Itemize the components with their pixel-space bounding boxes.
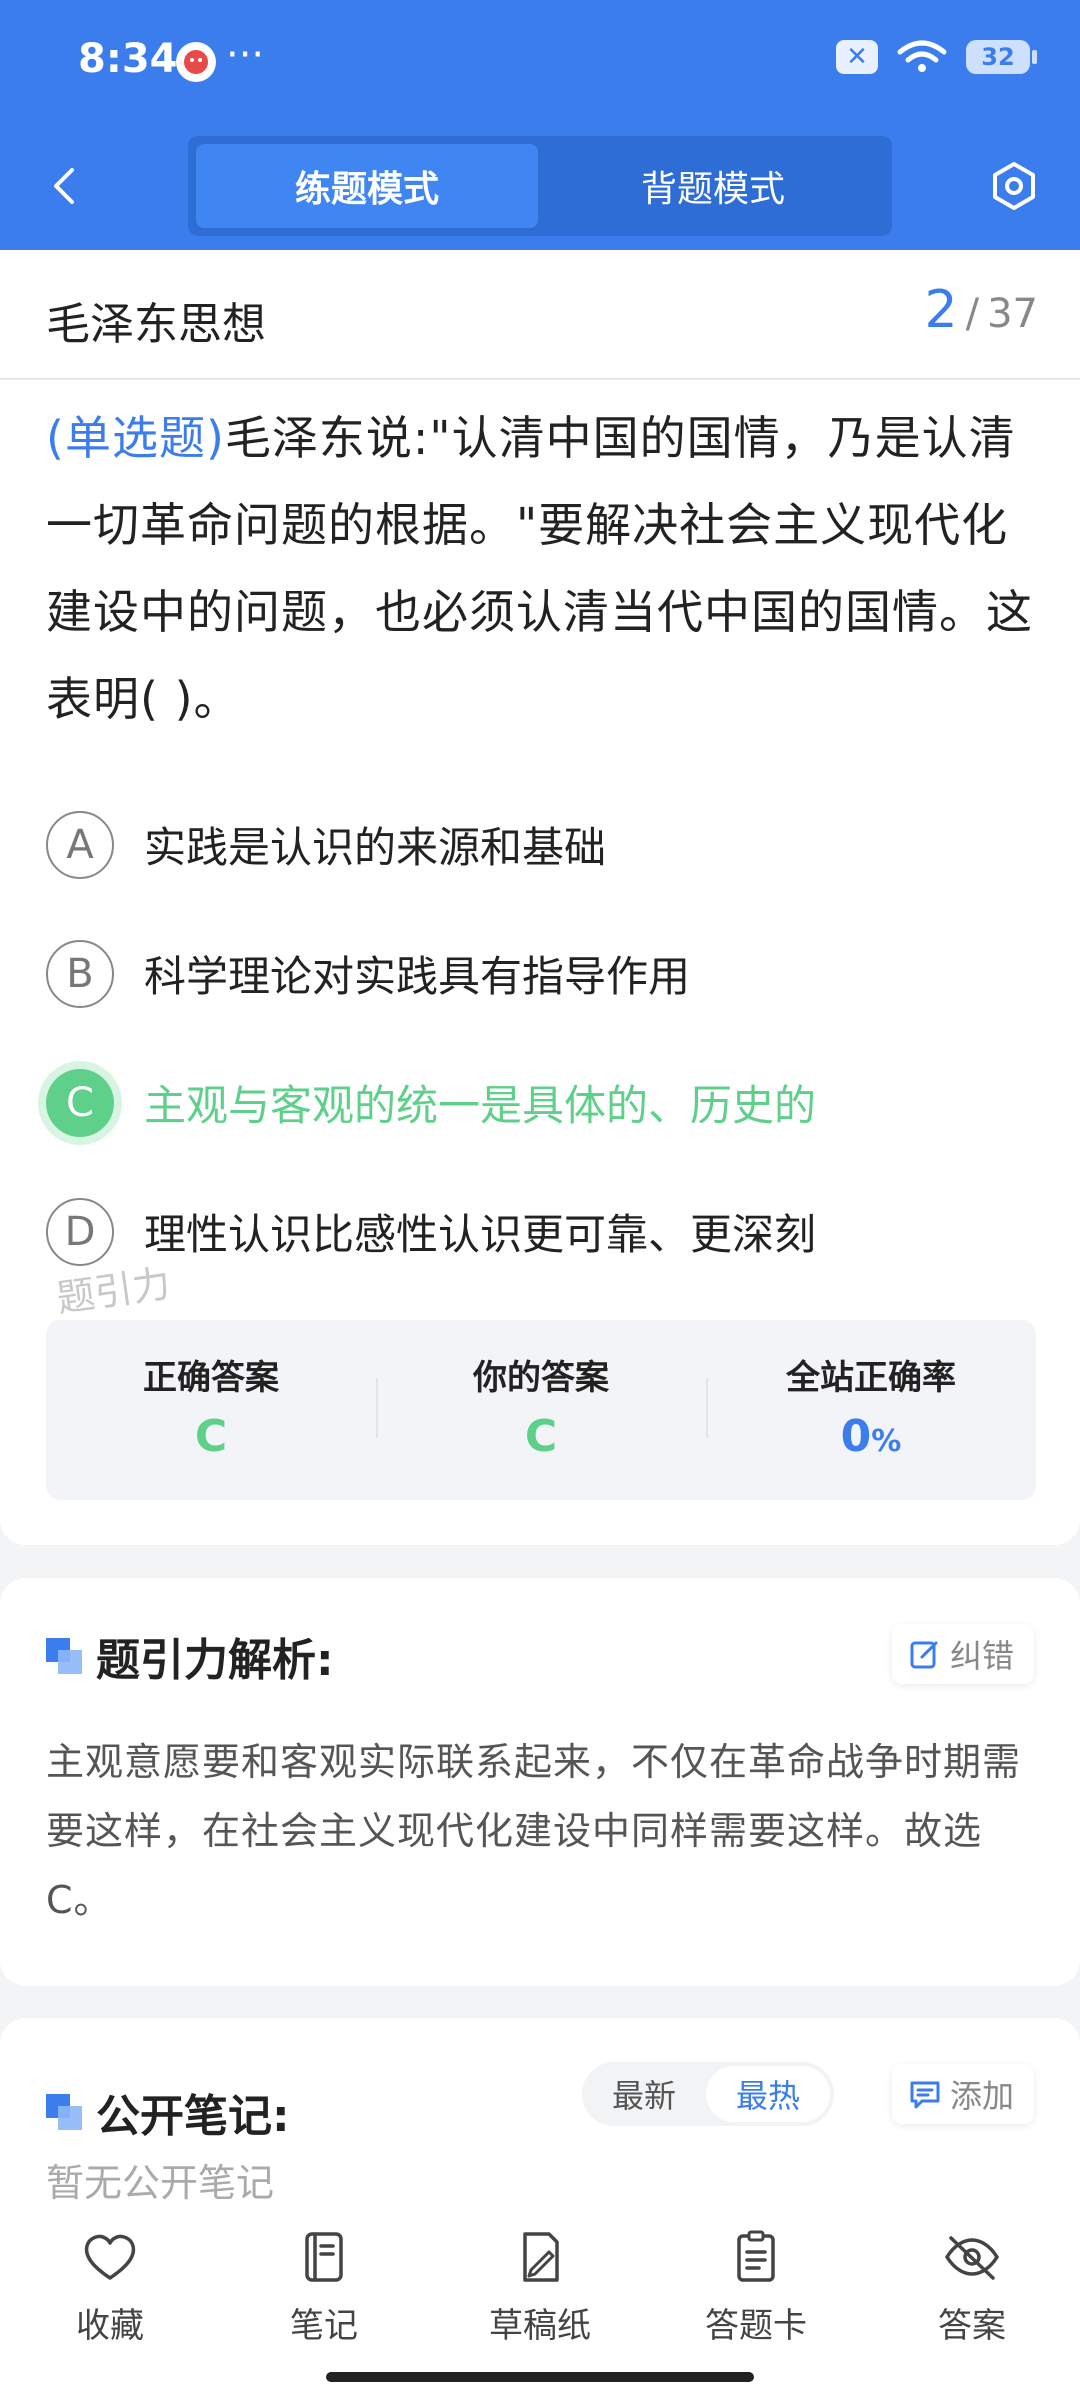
comment-icon: [910, 2081, 940, 2109]
your-answer-label: 你的答案: [473, 1358, 609, 1398]
report-error-button[interactable]: 纠错: [891, 1624, 1034, 1684]
divider: [0, 378, 1080, 380]
no-notes-text: 暂无公开笔记: [46, 2161, 275, 2205]
home-indicator[interactable]: [326, 2372, 754, 2382]
bottom-nav-answer[interactable]: 答案: [892, 2226, 1052, 2347]
option-text: 科学理论对实践具有指导作用: [144, 952, 691, 1001]
accuracy-number: 0: [840, 1411, 872, 1462]
option-c[interactable]: C 主观与客观的统一是具体的、历史的: [46, 1038, 1036, 1167]
squares-icon: [46, 2094, 82, 2130]
site-accuracy: 全站正确率 0%: [706, 1320, 1036, 1500]
option-text: 实践是认识的来源和基础: [144, 823, 607, 872]
correct-answer-label: 正确答案: [143, 1358, 279, 1398]
answer-panel: 正确答案 C 你的答案 C 全站正确率 0%: [46, 1320, 1036, 1500]
add-note-label: 添加: [949, 2077, 1014, 2115]
bottom-nav: 收藏 笔记 草稿纸 答题卡 答案: [0, 2200, 1080, 2400]
bottom-nav-label: 收藏: [76, 2306, 144, 2346]
notebook-icon: [305, 2232, 343, 2282]
site-accuracy-value: 0%: [706, 1411, 1036, 1462]
status-bar: 8:34 ··· ✕ 32: [0, 0, 1080, 125]
notification-app-icon: [176, 42, 216, 82]
your-answer: 你的答案 C: [376, 1320, 706, 1500]
answer-sheet-icon: [737, 2230, 775, 2282]
eye-off-icon: [944, 2236, 1000, 2280]
site-accuracy-label: 全站正确率: [786, 1358, 956, 1398]
sort-hot[interactable]: 最热: [706, 2066, 830, 2122]
bottom-nav-answer-sheet[interactable]: 答题卡: [676, 2226, 836, 2347]
progress-current: 2: [924, 280, 958, 340]
settings-hexagon-icon[interactable]: [986, 158, 1042, 214]
tab-practice-mode[interactable]: 练题模式: [196, 144, 538, 228]
bottom-nav-label: 答案: [938, 2306, 1006, 2346]
option-badge: B: [46, 939, 114, 1008]
option-badge: C: [46, 1068, 114, 1137]
status-icons: ✕ 32: [836, 40, 1037, 74]
option-b[interactable]: B 科学理论对实践具有指导作用: [46, 909, 1036, 1038]
bottom-nav-draft[interactable]: 草稿纸: [460, 2226, 620, 2347]
progress-total: 37: [987, 291, 1038, 337]
option-text: 理性认识比感性认识更可靠、更深刻: [144, 1210, 817, 1259]
bottom-nav-label: 笔记: [290, 2306, 358, 2346]
nav-bar: 练题模式 背题模式: [0, 130, 1080, 240]
options-list: A 实践是认识的来源和基础 B 科学理论对实践具有指导作用 C 主观与客观的统一…: [46, 780, 1036, 1296]
close-status-icon: ✕: [836, 40, 878, 74]
option-badge: A: [46, 810, 114, 879]
notes-title: 公开笔记:: [96, 2091, 290, 2142]
draft-paper-icon: [523, 2232, 559, 2282]
analysis-text: 主观意愿要和客观实际联系起来，不仅在革命战争时期需要这样，在社会主义现代化建设中…: [46, 1740, 1022, 1922]
question-progress: 2 / 37: [925, 280, 1038, 340]
status-more-dots: ···: [226, 32, 265, 78]
question-type: (单选题): [46, 411, 225, 465]
add-note-button[interactable]: 添加: [891, 2064, 1034, 2124]
notes-title-row: 公开笔记:: [46, 2080, 290, 2144]
wifi-icon: [897, 40, 947, 72]
edit-icon: [910, 1641, 938, 1669]
question-text: (单选题)毛泽东说:"认清中国的国情，乃是认清一切革命问题的根据。"要解决社会主…: [46, 395, 1036, 743]
subject-title: 毛泽东思想: [46, 299, 266, 350]
mode-toggle: 练题模式 背题模式: [188, 136, 892, 236]
heart-icon: [84, 2234, 136, 2280]
squares-icon: [46, 1638, 82, 1674]
correct-answer-value: C: [194, 1411, 228, 1462]
notes-sort-toggle: 最新 最热: [582, 2062, 834, 2126]
battery-icon: 32: [966, 40, 1037, 74]
sort-latest[interactable]: 最新: [582, 2066, 706, 2122]
bottom-nav-favorite[interactable]: 收藏: [30, 2226, 190, 2347]
analysis-title-row: 题引力解析:: [46, 1624, 334, 1688]
analysis-title: 题引力解析:: [96, 1635, 334, 1686]
correct-answer: 正确答案 C: [46, 1320, 376, 1500]
bottom-nav-label: 草稿纸: [489, 2306, 591, 2346]
status-time: 8:34: [78, 36, 178, 82]
progress-separator: /: [965, 291, 980, 337]
report-error-label: 纠错: [949, 1637, 1014, 1675]
question-card: 毛泽东思想 2 / 37 (单选题)毛泽东说:"认清中国的国情，乃是认清一切革命…: [0, 250, 1080, 1545]
option-d[interactable]: D 理性认识比感性认识更可靠、更深刻: [46, 1167, 1036, 1296]
option-badge: D: [46, 1197, 114, 1266]
option-text: 主观与客观的统一是具体的、历史的: [144, 1081, 817, 1130]
app-header: 8:34 ··· ✕ 32 练题模式 背题模式: [0, 0, 1080, 250]
bottom-nav-notes[interactable]: 笔记: [244, 2226, 404, 2347]
analysis-card: 题引力解析: 纠错 主观意愿要和客观实际联系起来，不仅在革命战争时期需要这样，在…: [0, 1578, 1080, 1986]
accuracy-unit: %: [871, 1424, 902, 1459]
tab-memorize-mode[interactable]: 背题模式: [542, 144, 884, 228]
bottom-nav-label: 答题卡: [705, 2306, 807, 2346]
your-answer-value: C: [524, 1411, 558, 1462]
option-a[interactable]: A 实践是认识的来源和基础: [46, 780, 1036, 909]
back-arrow-icon[interactable]: [44, 164, 88, 208]
